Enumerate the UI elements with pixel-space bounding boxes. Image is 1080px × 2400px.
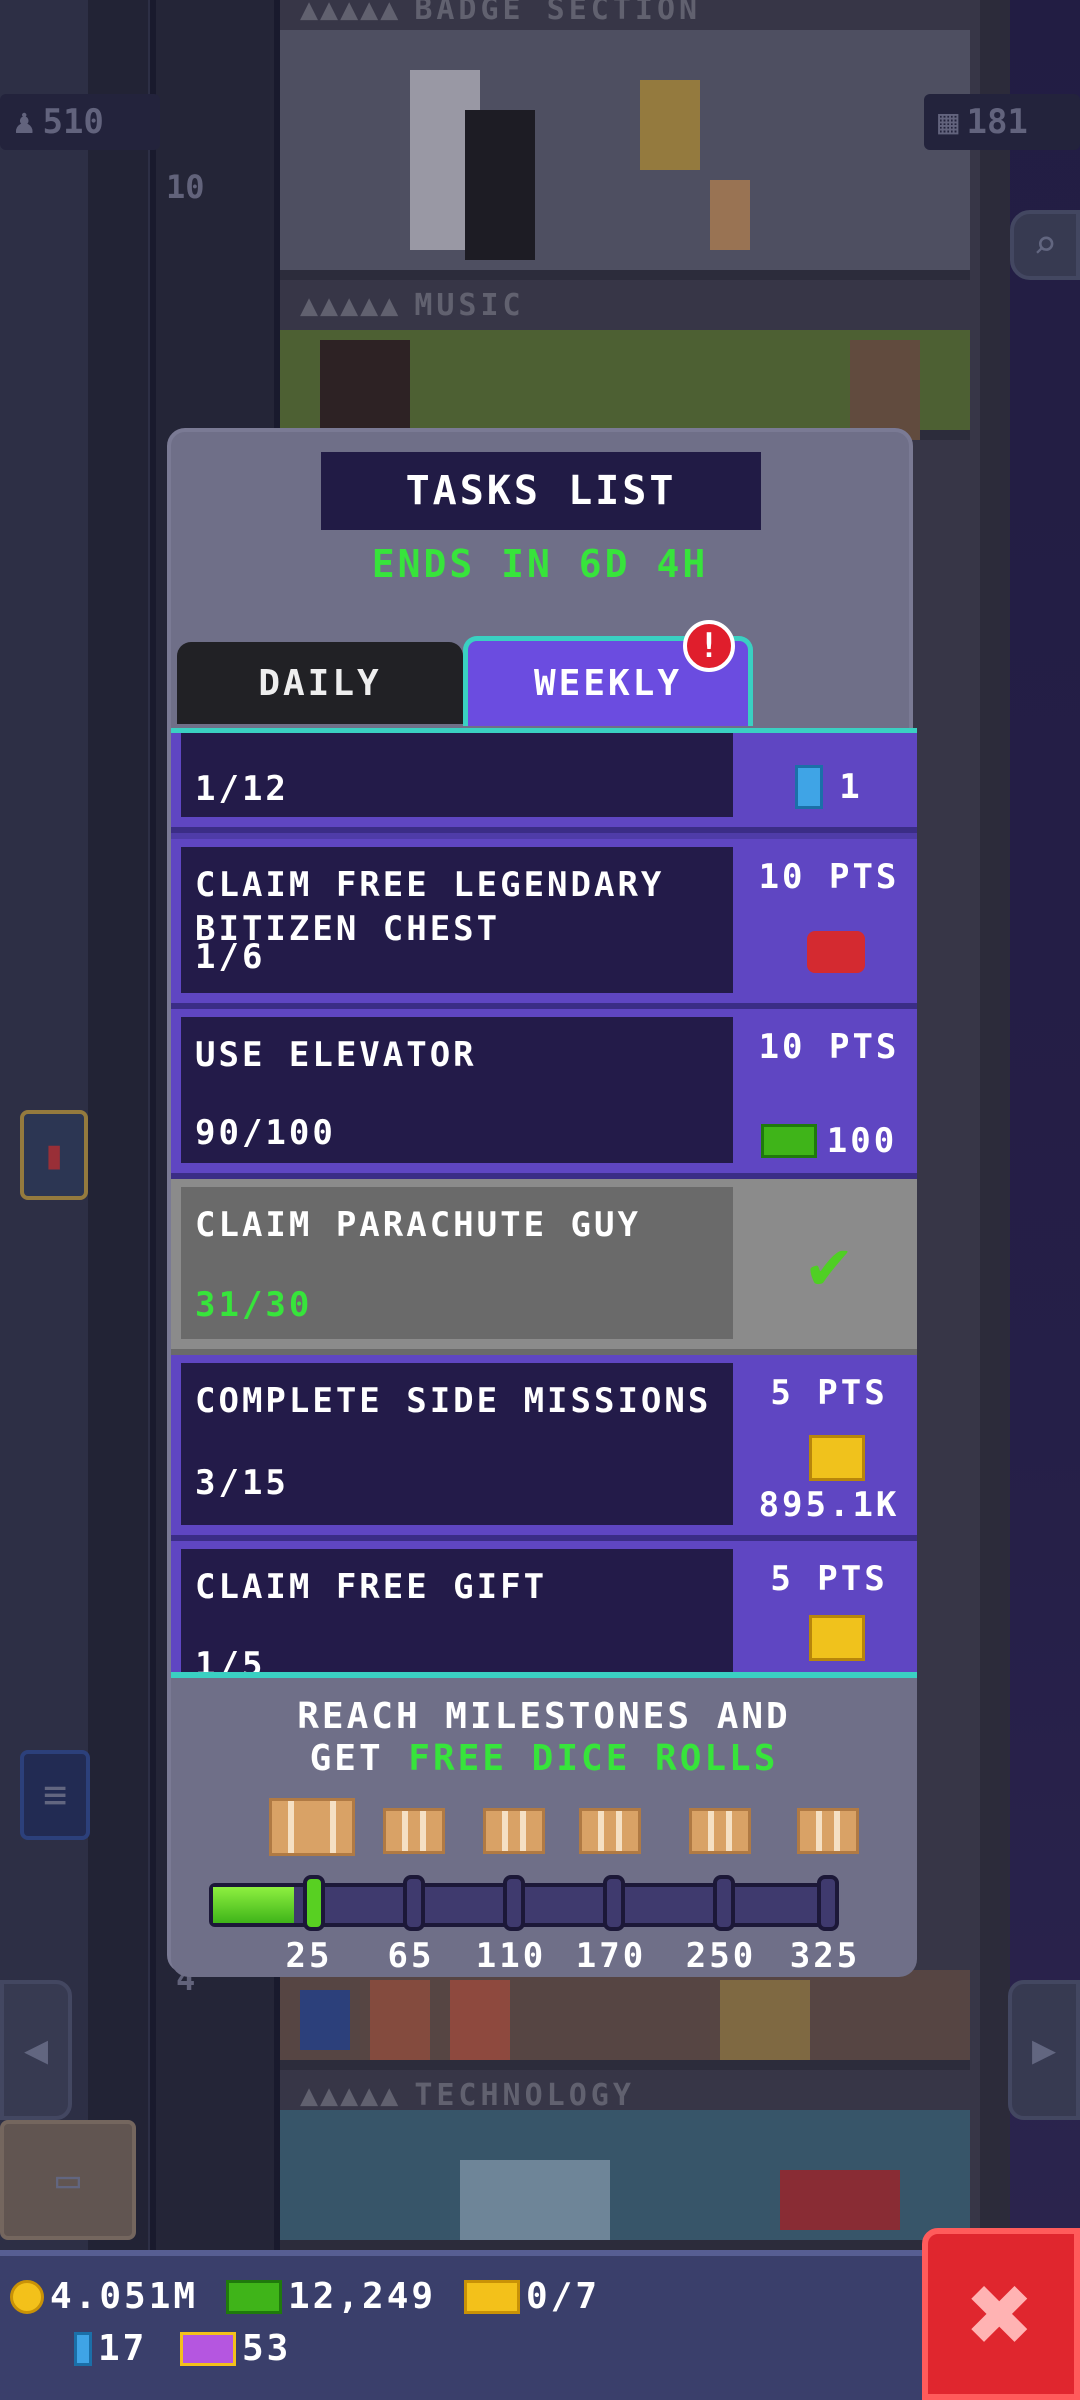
milestone-tick: 170 bbox=[575, 1936, 647, 1976]
task-name: CLAIM FREE LEGENDARY BITIZEN CHEST bbox=[195, 865, 665, 949]
video-chest-icon bbox=[807, 931, 865, 973]
task-row-1[interactable]: CLAIM FREE LEGENDARY BITIZEN CHEST 1/6 1… bbox=[171, 839, 917, 1009]
task-name: CLAIM FREE GIFT bbox=[195, 1567, 548, 1607]
tab-daily[interactable]: DAILY bbox=[177, 642, 463, 724]
gem-icon bbox=[795, 765, 824, 809]
milestone-line2: GET FREE DICE ROLLS bbox=[171, 1738, 917, 1780]
milestone-node bbox=[503, 1875, 525, 1931]
milestone-progress-fill bbox=[213, 1887, 294, 1923]
milestone-node bbox=[303, 1875, 325, 1931]
modal-title: TASKS LIST bbox=[321, 452, 761, 530]
task-progress: 90/100 bbox=[195, 1113, 336, 1153]
coins-icon bbox=[809, 1615, 865, 1661]
task-info: COMPLETE SIDE MISSIONS 3/15 bbox=[181, 1363, 733, 1525]
chest-open-icon[interactable] bbox=[269, 1798, 355, 1856]
dice-resource[interactable]: 53 bbox=[180, 2328, 291, 2369]
bux-icon bbox=[760, 1124, 817, 1158]
checkmark-icon: ✔ bbox=[807, 1223, 851, 1305]
task-row-2[interactable]: USE ELEVATOR 90/100 10 PTS 100 bbox=[171, 1009, 917, 1179]
gems-resource[interactable]: 17 bbox=[74, 2328, 147, 2369]
chest-icon[interactable] bbox=[383, 1808, 445, 1854]
reward-value: 100 bbox=[826, 1121, 898, 1161]
coin-icon bbox=[10, 2279, 44, 2314]
task-reward: 1 bbox=[741, 733, 917, 827]
coins-resource[interactable]: 4.051M bbox=[10, 2276, 198, 2317]
tab-bar: DAILY WEEKLY ! bbox=[171, 612, 917, 730]
alert-badge-icon: ! bbox=[683, 620, 735, 672]
ends-timer: ENDS IN 6D 4H bbox=[371, 542, 709, 586]
task-info: 1/12 bbox=[181, 733, 733, 817]
milestone-tick: 325 bbox=[789, 1936, 861, 1976]
close-icon: ✖ bbox=[967, 2250, 1035, 2378]
task-info: CLAIM FREE LEGENDARY BITIZEN CHEST 1/6 bbox=[181, 847, 733, 993]
gems-value: 17 bbox=[98, 2328, 148, 2369]
task-info: CLAIM FREE GIFT 1/5 bbox=[181, 1549, 733, 1678]
reward-value: 895.1K bbox=[758, 1485, 900, 1525]
bux-icon bbox=[226, 2279, 282, 2314]
task-row-5[interactable]: CLAIM FREE GIFT 1/5 5 PTS bbox=[171, 1541, 917, 1678]
task-name: COMPLETE SIDE MISSIONS bbox=[195, 1381, 712, 1421]
task-progress: 31/30 bbox=[195, 1285, 313, 1325]
ticket-icon bbox=[464, 2279, 520, 2314]
milestone-tick: 65 bbox=[387, 1936, 435, 1976]
task-points: 5 PTS bbox=[770, 1373, 888, 1413]
milestone-text: REACH MILESTONES AND GET FREE DICE ROLLS bbox=[171, 1696, 917, 1780]
close-button[interactable]: ✖ bbox=[922, 2228, 1080, 2400]
dice-value: 53 bbox=[242, 2328, 292, 2369]
milestone-chests bbox=[171, 1798, 917, 1868]
milestone-node bbox=[603, 1875, 625, 1931]
task-reward: 5 PTS 895.1K bbox=[741, 1355, 917, 1535]
milestone-prefix: GET bbox=[309, 1738, 409, 1779]
milestone-highlight: FREE DICE ROLLS bbox=[408, 1738, 779, 1779]
tasks-modal: TASKS LIST ENDS IN 6D 4H DAILY WEEKLY ! … bbox=[167, 428, 917, 1977]
resource-bar: 4.051M 12,249 0/7 17 53 bbox=[0, 2250, 1080, 2400]
task-list[interactable]: 1/12 1 CLAIM FREE LEGENDARY BITIZEN CHES… bbox=[171, 728, 917, 1678]
task-row-0[interactable]: 1/12 1 bbox=[171, 733, 917, 833]
task-progress: 3/15 bbox=[195, 1463, 289, 1503]
coins-value: 4.051M bbox=[50, 2276, 199, 2317]
milestone-node bbox=[817, 1875, 839, 1931]
task-reward: 5 PTS bbox=[741, 1541, 917, 1678]
tickets-value: 0/7 bbox=[526, 2276, 601, 2317]
gem-icon bbox=[74, 2331, 92, 2366]
milestone-node bbox=[713, 1875, 735, 1931]
milestone-tick: 250 bbox=[685, 1936, 757, 1976]
bux-resource[interactable]: 12,249 bbox=[226, 2276, 436, 2317]
task-reward: ✔ bbox=[741, 1179, 917, 1349]
chest-icon[interactable] bbox=[483, 1808, 545, 1854]
bux-value: 12,249 bbox=[288, 2276, 437, 2317]
milestone-tick: 110 bbox=[475, 1936, 547, 1976]
task-info: CLAIM PARACHUTE GUY 31/30 bbox=[181, 1187, 733, 1339]
tickets-resource[interactable]: 0/7 bbox=[464, 2276, 600, 2317]
chest-icon[interactable] bbox=[689, 1808, 751, 1854]
milestone-progress-bar bbox=[209, 1875, 839, 1931]
coins-icon bbox=[809, 1435, 865, 1481]
task-row-4[interactable]: COMPLETE SIDE MISSIONS 3/15 5 PTS 895.1K bbox=[171, 1355, 917, 1541]
chest-icon[interactable] bbox=[579, 1808, 641, 1854]
task-points: 5 PTS bbox=[770, 1559, 888, 1599]
reward-value: 1 bbox=[839, 767, 863, 807]
task-name: USE ELEVATOR bbox=[195, 1035, 477, 1075]
task-name: CLAIM PARACHUTE GUY bbox=[195, 1205, 641, 1245]
milestone-tick: 25 bbox=[285, 1936, 333, 1976]
task-reward: 10 PTS 100 bbox=[741, 1009, 917, 1173]
task-row-3[interactable]: CLAIM PARACHUTE GUY 31/30 ✔ bbox=[171, 1179, 917, 1355]
milestone-ticks: 25 65 110 170 250 325 bbox=[171, 1936, 917, 1976]
milestone-line1: REACH MILESTONES AND bbox=[297, 1696, 791, 1737]
task-progress: 1/12 bbox=[195, 769, 289, 809]
milestone-node bbox=[403, 1875, 425, 1931]
chest-icon[interactable] bbox=[797, 1808, 859, 1854]
task-points: 10 PTS bbox=[758, 1027, 900, 1067]
task-reward: 10 PTS bbox=[741, 839, 917, 1003]
dice-icon bbox=[180, 2331, 236, 2366]
task-progress: 1/6 bbox=[195, 937, 266, 977]
task-points: 10 PTS bbox=[758, 857, 900, 897]
task-info: USE ELEVATOR 90/100 bbox=[181, 1017, 733, 1163]
milestones-panel: REACH MILESTONES AND GET FREE DICE ROLLS… bbox=[171, 1672, 917, 1977]
